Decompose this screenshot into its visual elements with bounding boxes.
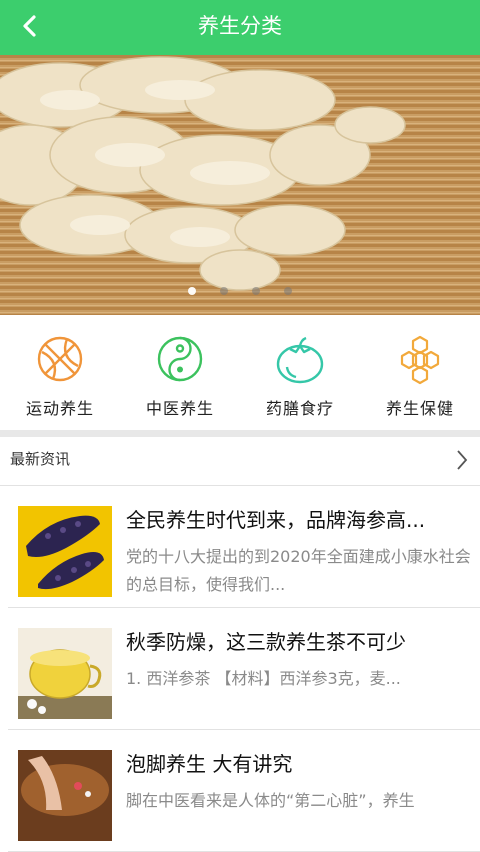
- app-header: 养生分类: [0, 0, 480, 55]
- category-sports[interactable]: 运动养生: [0, 315, 120, 430]
- news-summary: 1. 西洋参茶 【材料】西洋参3克，麦...: [126, 669, 401, 688]
- category-grid: 运动养生 中医养生 药膳食疗 养生保健: [0, 315, 480, 430]
- news-summary: 脚在中医看来是人体的“第二心脏”，养生: [126, 791, 415, 810]
- foot-bath-image: [18, 750, 112, 841]
- category-tcm[interactable]: 中医养生: [120, 315, 240, 430]
- basketball-icon: [37, 336, 83, 382]
- category-health[interactable]: 养生保健: [360, 315, 480, 430]
- carousel-dot[interactable]: [188, 287, 196, 295]
- news-item[interactable]: 全民养生时代到来，品牌海参高... 党的十八大提出的到2020年全面建成小康水社…: [8, 486, 480, 608]
- news-title: 秋季防燥，这三款养生茶不可少: [126, 630, 406, 654]
- section-divider: [0, 430, 480, 437]
- news-item[interactable]: 泡脚养生 大有讲究 脚在中医看来是人体的“第二心脏”，养生: [8, 730, 480, 852]
- category-label: 运动养生: [25, 399, 94, 418]
- news-thumbnail: [18, 628, 112, 719]
- tea-image: [18, 628, 112, 719]
- news-thumbnail: [18, 750, 112, 841]
- more-button[interactable]: [452, 447, 472, 473]
- tomato-icon: [276, 336, 324, 384]
- carousel-dot[interactable]: [284, 287, 292, 295]
- news-summary: 党的十八大提出的到2020年全面建成小康水社会的总目标，使得我们...: [126, 547, 471, 594]
- section-title: 最新资讯: [10, 450, 71, 468]
- news-section-header[interactable]: 最新资讯: [0, 437, 480, 486]
- category-label: 中医养生: [145, 399, 214, 418]
- category-label: 药膳食疗: [265, 399, 334, 418]
- page-title: 养生分类: [198, 14, 282, 38]
- chevron-right-icon: [457, 450, 468, 470]
- banner-carousel[interactable]: [0, 55, 480, 315]
- banner-image: [0, 55, 480, 315]
- carousel-indicator: [0, 287, 480, 295]
- news-item[interactable]: 秋季防燥，这三款养生茶不可少 1. 西洋参茶 【材料】西洋参3克，麦...: [8, 608, 480, 730]
- sea-cucumber-image: [18, 506, 112, 597]
- news-thumbnail: [18, 506, 112, 597]
- category-label: 养生保健: [385, 399, 454, 418]
- category-diet[interactable]: 药膳食疗: [240, 315, 360, 430]
- news-title: 全民养生时代到来，品牌海参高...: [126, 508, 426, 532]
- honeycomb-icon: [400, 335, 440, 385]
- carousel-dot[interactable]: [252, 287, 260, 295]
- news-title: 泡脚养生 大有讲究: [126, 752, 293, 776]
- carousel-dot[interactable]: [220, 287, 228, 295]
- yin-yang-icon: [157, 336, 203, 382]
